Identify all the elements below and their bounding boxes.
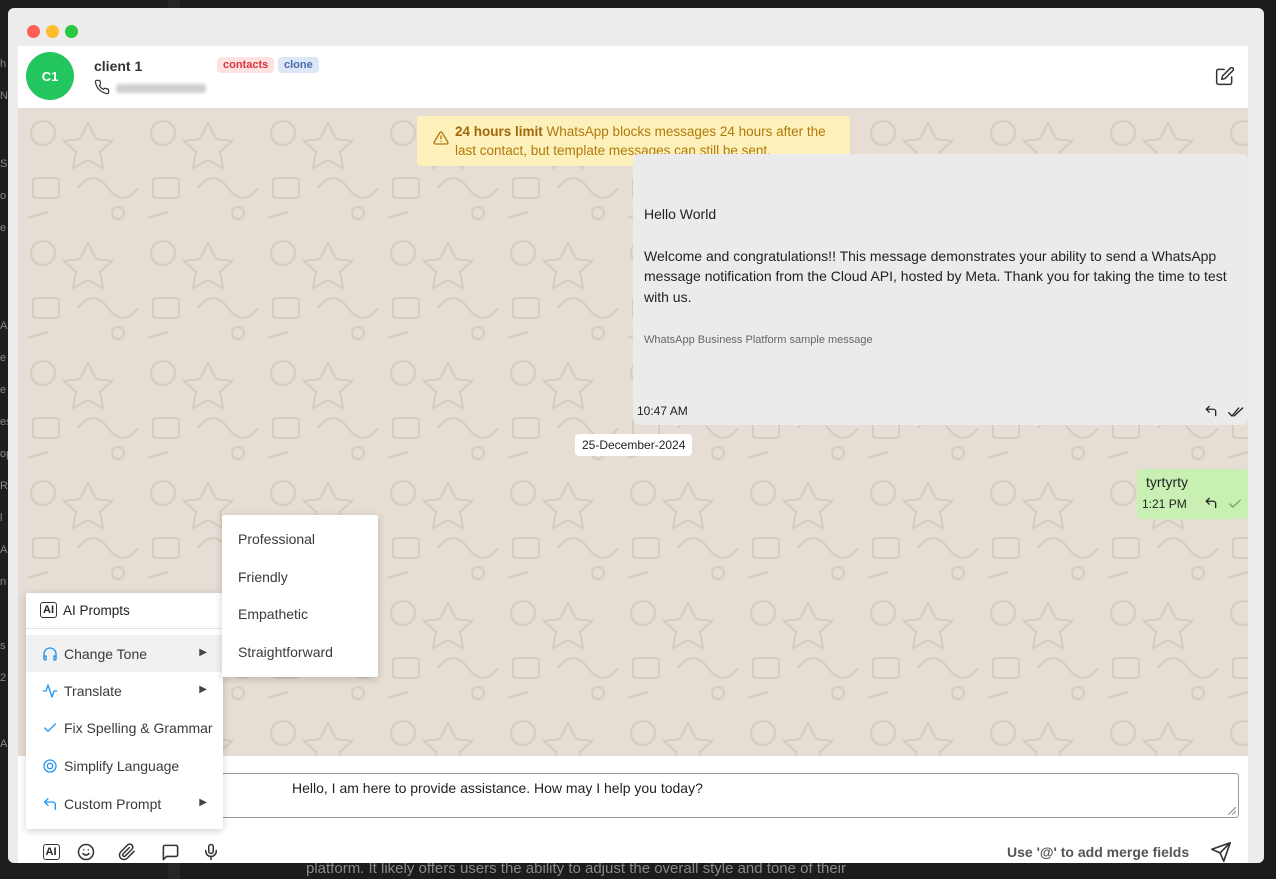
tag-clone[interactable]: clone [278, 57, 319, 73]
resize-handle-icon[interactable] [1228, 807, 1236, 815]
submenu-arrow-icon: ▶ [199, 797, 207, 808]
message-text: tyrtyrty [1146, 474, 1188, 490]
ai-prompts-menu: AI AI Prompts Change Tone ▶ Translate ▶ … [26, 593, 223, 829]
edit-icon[interactable] [1215, 66, 1235, 86]
ai-prompts-button[interactable]: AI [40, 841, 62, 863]
message-footer: WhatsApp Business Platform sample messag… [644, 334, 873, 346]
tone-option-straightforward[interactable]: Straightforward [238, 644, 333, 660]
message-square-icon [162, 844, 178, 860]
emoji-button[interactable] [75, 841, 97, 863]
double-check-icon [1228, 407, 1244, 417]
voice-record-button[interactable] [200, 841, 222, 863]
menu-item-label: Simplify Language [64, 757, 180, 774]
maximize-window-button[interactable] [65, 25, 78, 38]
merge-fields-hint: Use '@' to add merge fields [1007, 844, 1190, 860]
menu-item-label: Change Tone [64, 645, 148, 662]
paperclip-icon [118, 843, 135, 861]
warning-icon [433, 131, 449, 145]
menu-item-custom-prompt[interactable]: Custom Prompt ▶ [26, 785, 223, 822]
tone-option-professional[interactable]: Professional [238, 531, 315, 547]
close-window-button[interactable] [27, 25, 40, 38]
ai-icon: AI [42, 844, 60, 860]
warning-title: 24 hours limit [455, 124, 543, 139]
target-icon [42, 758, 58, 774]
ai-icon: AI [40, 602, 57, 618]
phone-number-redacted [116, 84, 206, 93]
change-tone-submenu: Professional Friendly Empathetic Straigh… [222, 515, 378, 677]
single-check-icon [1229, 499, 1241, 508]
microphone-icon [205, 843, 217, 861]
reply-icon[interactable] [1204, 496, 1218, 510]
ai-prompts-title: AI Prompts [63, 602, 130, 618]
menu-item-change-tone[interactable]: Change Tone ▶ [26, 635, 223, 672]
smiley-icon [77, 843, 95, 861]
submenu-arrow-icon: ▶ [199, 647, 207, 658]
menu-item-label: Fix Spelling & Grammar [64, 719, 213, 736]
date-separator: 25-December-2024 [575, 434, 693, 456]
activity-icon [42, 683, 58, 699]
menu-divider [26, 628, 223, 629]
tag-contacts[interactable]: contacts [217, 57, 275, 73]
headphones-icon [42, 646, 58, 662]
tone-option-friendly[interactable]: Friendly [238, 569, 288, 585]
reply-icon[interactable] [1204, 404, 1218, 418]
message-time: 1:21 PM [1142, 497, 1187, 511]
outgoing-message: tyrtyrty 1:21 PM [1137, 469, 1248, 519]
template-button[interactable] [159, 841, 181, 863]
message-input-text: Hello, I am here to provide assistance. … [292, 780, 703, 796]
submenu-arrow-icon: ▶ [199, 684, 207, 695]
ai-prompts-header: AI AI Prompts [40, 602, 130, 618]
tone-option-empathetic[interactable]: Empathetic [238, 606, 308, 622]
reply-arrow-icon [42, 796, 58, 812]
menu-item-fix-spelling[interactable]: Fix Spelling & Grammar [26, 709, 223, 746]
client-name[interactable]: client 1 [94, 58, 142, 74]
message-body: Welcome and congratulations!! This messa… [644, 248, 1227, 305]
chat-header: C1 client 1 contacts clone [18, 46, 1248, 108]
menu-item-translate[interactable]: Translate ▶ [26, 672, 223, 709]
message-title: Hello World [644, 206, 717, 222]
phone-icon [94, 79, 110, 95]
message-time: 10:47 AM [637, 404, 688, 418]
attach-button[interactable] [116, 841, 138, 863]
menu-item-label: Custom Prompt [64, 795, 162, 812]
menu-item-label: Translate [64, 682, 122, 699]
avatar[interactable]: C1 [26, 52, 74, 100]
window-titlebar [8, 8, 1264, 46]
minimize-window-button[interactable] [46, 25, 59, 38]
check-icon [42, 720, 58, 736]
send-icon[interactable] [1210, 841, 1232, 863]
menu-item-simplify-language[interactable]: Simplify Language [26, 747, 223, 784]
message-input[interactable]: Hello, I am here to provide assistance. … [205, 773, 1239, 818]
incoming-template-message: Hello World Welcome and congratulations!… [633, 154, 1248, 425]
